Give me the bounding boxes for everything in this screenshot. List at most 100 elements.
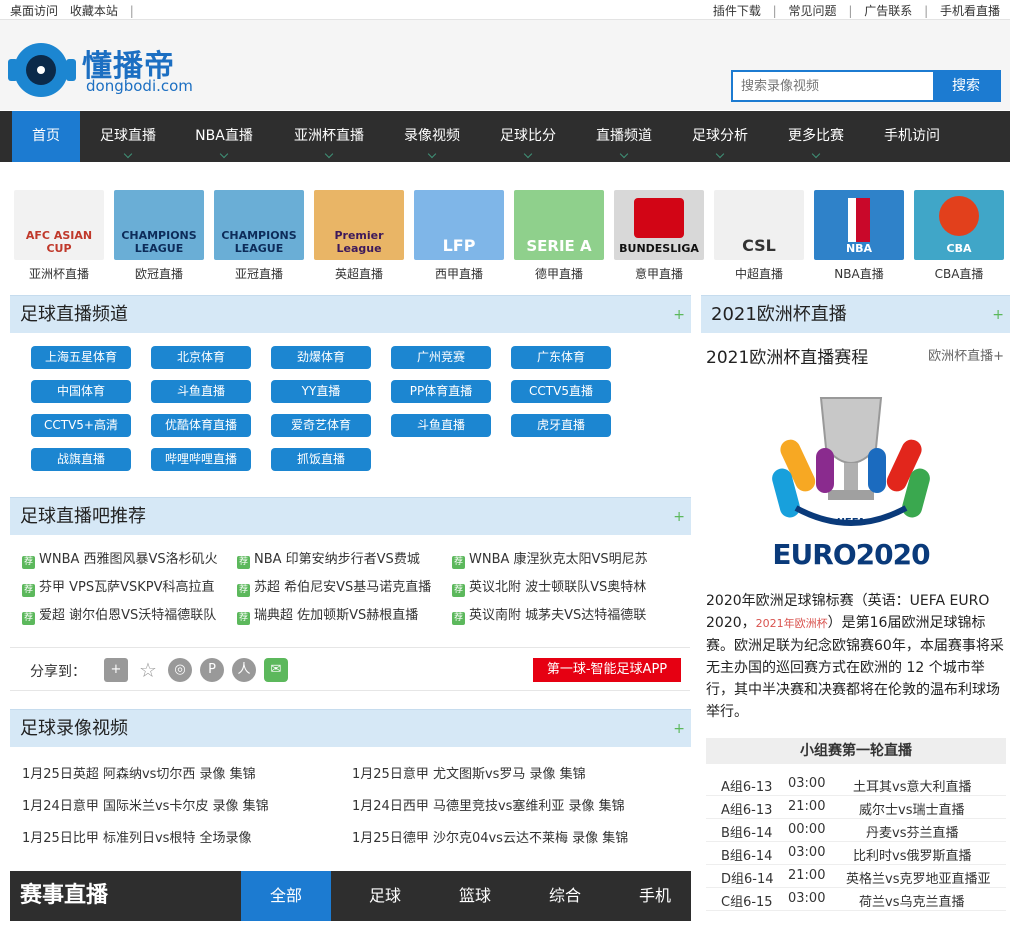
league-tile-cba[interactable]: CBA CBA直播 <box>914 190 1004 282</box>
nav-football-analysis[interactable]: 足球分析 <box>680 111 760 162</box>
nav-label: 亚洲杯直播 <box>294 128 364 144</box>
mobile-live-link[interactable]: 手机看直播 <box>940 4 1000 18</box>
league-label: 亚洲杯直播 <box>28 267 89 281</box>
league-tile-seriea[interactable]: BUNDESLIGA 意甲直播 <box>614 190 704 282</box>
match-row[interactable]: A组6-13 21:00 威尔士vs瑞士直播 <box>706 796 1006 819</box>
nav-more-matches[interactable]: 更多比赛 <box>776 111 856 162</box>
plugin-download-link[interactable]: 插件下载 <box>713 4 761 18</box>
expand-icon[interactable]: + <box>673 498 685 536</box>
match-row[interactable]: D组6-14 21:00 英格兰vs克罗地亚直播亚 <box>706 865 1006 888</box>
channel-button[interactable]: 战旗直播 <box>31 448 131 471</box>
recommend-item[interactable]: 荐苏超 希伯尼安VS基马诺克直播 <box>237 576 431 597</box>
recommend-item[interactable]: 荐英议北附 波士顿联队VS奥特林 <box>452 576 646 597</box>
league-logo: CBA <box>914 190 1004 260</box>
weibo-icon[interactable]: ◎ <box>168 658 192 682</box>
wechat-icon[interactable]: ✉ <box>264 658 288 682</box>
nav-live-channels[interactable]: 直播频道 <box>584 111 664 162</box>
recommend-icon: 荐 <box>452 584 465 597</box>
league-tile-bundesliga[interactable]: SERIE A 德甲直播 <box>514 190 604 282</box>
euro-description-link[interactable]: 2021年欧洲杯 <box>756 617 828 630</box>
video-item[interactable]: 1月25日德甲 沙尔克04vs云达不莱梅 录像 集锦 <box>352 827 628 846</box>
desktop-access-link[interactable]: 桌面访问 <box>10 4 58 18</box>
expand-icon[interactable]: + <box>673 296 685 334</box>
recommend-item[interactable]: 荐 NBA 印第安纳步行者VS费城 <box>237 548 420 569</box>
ad-contact-link[interactable]: 广告联系 <box>864 4 912 18</box>
nav-asian-cup-live[interactable]: 亚洲杯直播 <box>280 111 378 162</box>
channel-button[interactable]: 劲爆体育 <box>271 346 371 369</box>
video-item[interactable]: 1月25日比甲 标准列日vs根特 全场录像 <box>22 827 252 846</box>
site-logo[interactable]: 懂播帝 dongbodi.com <box>8 37 200 97</box>
nav-label: 直播频道 <box>596 128 652 144</box>
chevron-down-icon <box>324 149 334 159</box>
tab-basketball[interactable]: 篮球 <box>430 871 520 921</box>
league-tile-ucl[interactable]: CHAMPIONS LEAGUE 欧冠直播 <box>114 190 204 282</box>
recommend-text: 芬甲 VPS瓦萨VSKPV科高拉直 <box>39 580 215 595</box>
video-item[interactable]: 1月25日意甲 尤文图斯vs罗马 录像 集锦 <box>352 763 586 782</box>
recommend-item[interactable]: 荐 WNBA 西雅图风暴VS洛杉矶火 <box>22 548 218 569</box>
channel-button[interactable]: 虎牙直播 <box>511 414 611 437</box>
recommend-item[interactable]: 荐爱超 谢尔伯恩VS沃特福德联队 <box>22 604 216 625</box>
expand-icon[interactable]: + <box>992 296 1004 334</box>
channel-button[interactable]: YY直播 <box>271 380 371 403</box>
recommend-panel-header: 足球直播吧推荐 + <box>10 497 691 535</box>
euro-more-link[interactable]: 欧洲杯直播+ <box>928 345 1004 364</box>
channel-button[interactable]: 爱奇艺体育 <box>271 414 371 437</box>
league-tile-csl[interactable]: CSL 中超直播 <box>714 190 804 282</box>
chevron-down-icon <box>523 149 533 159</box>
search-input[interactable] <box>733 72 933 100</box>
expand-icon[interactable]: + <box>673 710 685 748</box>
channel-button[interactable]: 上海五星体育 <box>31 346 131 369</box>
league-tile-epl[interactable]: Premier League 英超直播 <box>314 190 404 282</box>
tab-all[interactable]: 全部 <box>241 871 331 921</box>
match-row[interactable]: C组6-15 03:00 荷兰vs乌克兰直播 <box>706 888 1006 911</box>
euro2020-logo[interactable]: UEFA EURO2020 <box>766 388 936 578</box>
video-item[interactable]: 1月24日西甲 马德里竞技vs塞维利亚 录像 集锦 <box>352 795 625 814</box>
channel-button[interactable]: 抓饭直播 <box>271 448 371 471</box>
nav-mobile-access[interactable]: 手机访问 <box>872 111 952 162</box>
channel-button[interactable]: 哔哩哔哩直播 <box>151 448 251 471</box>
match-row[interactable]: B组6-14 00:00 丹麦vs芬兰直播 <box>706 819 1006 842</box>
video-item[interactable]: 1月25日英超 阿森纳vs切尔西 录像 集锦 <box>22 763 256 782</box>
pinterest-icon[interactable]: P <box>200 658 224 682</box>
bookmark-link[interactable]: 收藏本站 <box>70 4 118 18</box>
tab-general[interactable]: 综合 <box>520 871 610 921</box>
league-logo: CHAMPIONS LEAGUE <box>214 190 304 260</box>
main-nav: 首页 足球直播 NBA直播 亚洲杯直播 录像视频 足球比分 直播频道 足球分析 … <box>0 111 1010 162</box>
recommend-item[interactable]: 荐芬甲 VPS瓦萨VSKPV科高拉直 <box>22 576 215 597</box>
channel-button[interactable]: 广东体育 <box>511 346 611 369</box>
league-label: 德甲直播 <box>534 267 583 281</box>
channel-button[interactable]: CCTV5+高清 <box>31 414 131 437</box>
nav-video-replay[interactable]: 录像视频 <box>392 111 472 162</box>
channel-button[interactable]: PP体育直播 <box>391 380 491 403</box>
match-row[interactable]: A组6-13 03:00 土耳其vs意大利直播 <box>706 773 1006 796</box>
plus-share-icon[interactable]: + <box>104 658 128 682</box>
app-download-button[interactable]: 第一球-智能足球APP <box>533 658 681 682</box>
nav-label: 手机访问 <box>884 128 940 144</box>
faq-link[interactable]: 常见问题 <box>789 4 837 18</box>
channel-button[interactable]: 优酷体育直播 <box>151 414 251 437</box>
renren-icon[interactable]: 人 <box>232 658 256 682</box>
search-button[interactable]: 搜索 <box>933 72 999 100</box>
channel-button[interactable]: 北京体育 <box>151 346 251 369</box>
nav-home[interactable]: 首页 <box>12 111 80 162</box>
channel-button[interactable]: 斗鱼直播 <box>391 414 491 437</box>
channel-button[interactable]: 广州竞赛 <box>391 346 491 369</box>
league-tile-laliga[interactable]: LFP 西甲直播 <box>414 190 504 282</box>
recommend-item[interactable]: 荐英议南附 城茅夫VS达特福德联 <box>452 604 646 625</box>
tab-mobile[interactable]: 手机 <box>610 871 700 921</box>
league-tile-acl[interactable]: CHAMPIONS LEAGUE 亚冠直播 <box>214 190 304 282</box>
video-item[interactable]: 1月24日意甲 国际米兰vs卡尔皮 录像 集锦 <box>22 795 269 814</box>
nav-nba-live[interactable]: NBA直播 <box>184 111 264 162</box>
match-row[interactable]: B组6-14 03:00 比利时vs俄罗斯直播 <box>706 842 1006 865</box>
nav-football-live[interactable]: 足球直播 <box>88 111 168 162</box>
tab-football[interactable]: 足球 <box>340 871 430 921</box>
channel-button[interactable]: 中国体育 <box>31 380 131 403</box>
recommend-item[interactable]: 荐 WNBA 康涅狄克太阳VS明尼苏 <box>452 548 648 569</box>
recommend-item[interactable]: 荐瑞典超 佐加顿斯VS赫根直播 <box>237 604 418 625</box>
league-tile-asian-cup[interactable]: AFC ASIAN CUP 亚洲杯直播 <box>14 190 104 282</box>
league-tile-nba[interactable]: NBA NBA直播 <box>814 190 904 282</box>
channel-button[interactable]: CCTV5直播 <box>511 380 611 403</box>
channel-button[interactable]: 斗鱼直播 <box>151 380 251 403</box>
nav-football-score[interactable]: 足球比分 <box>488 111 568 162</box>
star-share-icon[interactable]: ☆ <box>136 658 160 682</box>
